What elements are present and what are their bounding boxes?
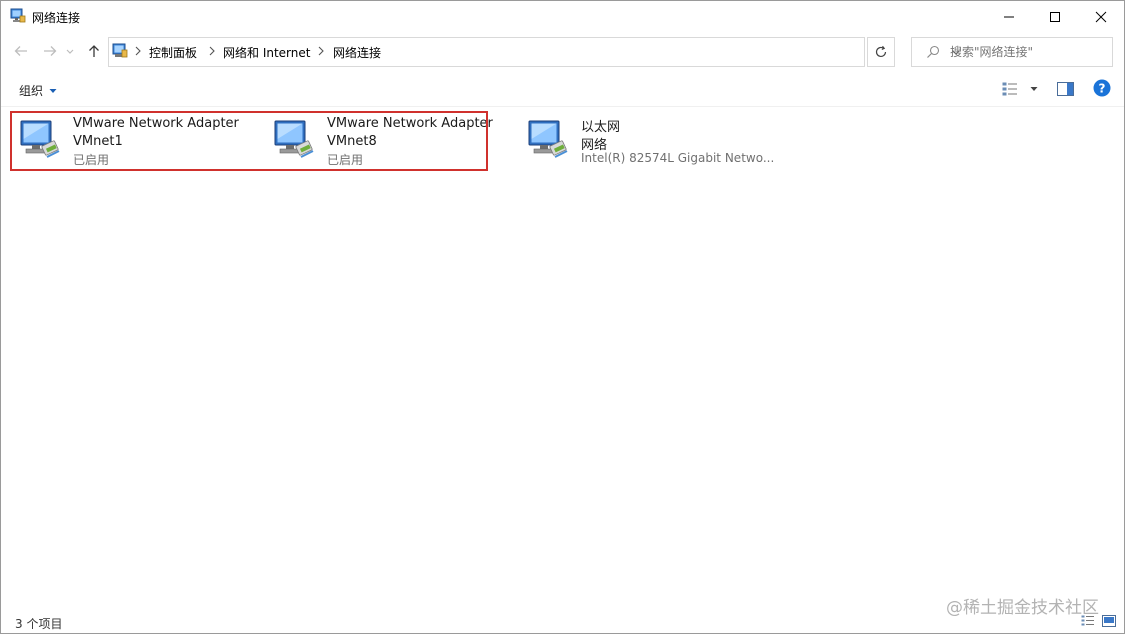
organize-menu-button[interactable]: 组织 bbox=[19, 82, 57, 99]
up-arrow-icon bbox=[89, 45, 99, 57]
network-adapter-icon bbox=[528, 120, 568, 158]
close-icon bbox=[1095, 11, 1107, 22]
back-arrow-icon bbox=[14, 46, 27, 56]
forward-arrow-icon bbox=[44, 46, 57, 56]
caret-down-icon bbox=[49, 88, 57, 93]
preview-pane-icon bbox=[1057, 82, 1074, 96]
network-item[interactable]: 以太网 网络 Intel(R) 82574L Gigabit Netwo... bbox=[527, 115, 777, 173]
help-icon: ? bbox=[1093, 79, 1111, 97]
change-view-button[interactable] bbox=[1002, 81, 1038, 97]
watermark: @稀土掘金技术社区 bbox=[946, 598, 1099, 618]
title-bar: 网络连接 bbox=[1, 1, 1124, 32]
chevron-down-icon bbox=[66, 49, 74, 54]
items-view: VMware Network Adapter VMnet1 已启用 VMware… bbox=[1, 107, 1124, 607]
refresh-button[interactable] bbox=[867, 37, 895, 67]
help-button[interactable]: ? bbox=[1093, 79, 1111, 97]
search-icon bbox=[927, 45, 940, 58]
breadcrumb-network-connections[interactable]: 网络连接 bbox=[333, 44, 381, 61]
organize-label: 组织 bbox=[19, 84, 44, 98]
item-name: 以太网 bbox=[581, 120, 621, 135]
command-bar: 组织 ? bbox=[1, 72, 1124, 107]
highlight-box bbox=[10, 111, 488, 171]
forward-button[interactable] bbox=[41, 42, 59, 60]
svg-text:?: ? bbox=[1099, 82, 1106, 96]
recent-locations-button[interactable] bbox=[64, 42, 76, 60]
minimize-button[interactable] bbox=[986, 1, 1032, 32]
up-button[interactable] bbox=[85, 42, 103, 60]
back-button[interactable] bbox=[12, 42, 30, 60]
large-icons-view-icon[interactable] bbox=[1102, 615, 1116, 627]
address-bar[interactable]: 控制面板 网络和 Internet 网络连接 bbox=[108, 37, 960, 67]
maximize-button[interactable] bbox=[1032, 1, 1078, 32]
close-button[interactable] bbox=[1078, 1, 1124, 32]
control-panel-icon bbox=[112, 43, 128, 58]
item-status: Intel(R) 82574L Gigabit Netwo... bbox=[581, 151, 775, 165]
window-title: 网络连接 bbox=[32, 11, 81, 25]
network-connections-icon bbox=[10, 8, 26, 23]
preview-pane-button[interactable] bbox=[1057, 81, 1074, 97]
explorer-window: 网络连接 控制面板 网络和 Internet 网络连接 搜索"网络连接" 组织 … bbox=[0, 0, 1125, 634]
minimize-icon bbox=[1004, 16, 1014, 17]
search-input[interactable] bbox=[950, 43, 1106, 61]
maximize-icon bbox=[1050, 11, 1060, 22]
breadcrumb-control-panel[interactable]: 控制面板 bbox=[149, 44, 197, 61]
change-view-icon bbox=[1002, 82, 1017, 96]
caret-down-icon bbox=[1030, 87, 1038, 91]
breadcrumb-separator-icon bbox=[318, 46, 324, 56]
breadcrumb-network-internet[interactable]: 网络和 Internet bbox=[223, 44, 310, 61]
breadcrumb-separator-icon bbox=[209, 46, 215, 56]
breadcrumb-separator-icon bbox=[135, 46, 141, 56]
search-box[interactable] bbox=[911, 37, 1113, 67]
item-count: 3 个项目 bbox=[15, 617, 63, 631]
refresh-icon bbox=[875, 45, 887, 58]
